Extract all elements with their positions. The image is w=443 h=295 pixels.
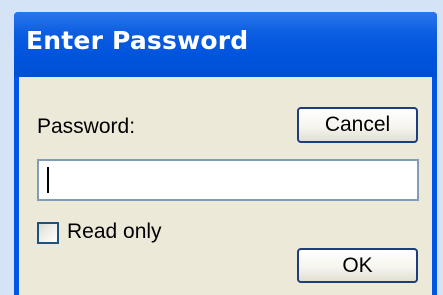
title-bar[interactable]: Enter Password (14, 12, 437, 77)
dialog-title: Enter Password (26, 26, 249, 55)
ok-button[interactable]: OK (297, 248, 418, 283)
screen-background: Enter Password Password: Cancel Read onl… (0, 0, 443, 295)
password-field-container (37, 159, 419, 201)
text-caret (47, 167, 49, 193)
password-label: Password: (37, 115, 136, 138)
cancel-button[interactable]: Cancel (297, 107, 418, 143)
enter-password-dialog: Enter Password Password: Cancel Read onl… (14, 12, 437, 295)
read-only-label[interactable]: Read only (67, 220, 162, 244)
password-input[interactable] (39, 161, 417, 199)
read-only-checkbox[interactable] (37, 222, 59, 244)
dialog-body: Password: Cancel Read only OK (19, 77, 432, 295)
